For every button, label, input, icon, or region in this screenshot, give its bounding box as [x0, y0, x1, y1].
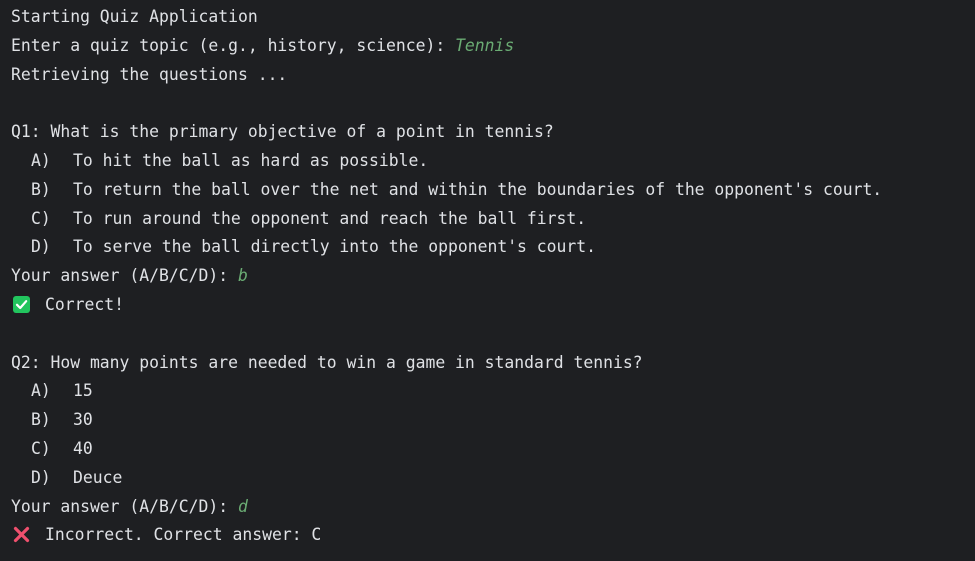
question-text: Q2: How many points are needed to win a …: [11, 352, 643, 372]
check-mark-icon: [13, 295, 30, 313]
option-line: A) 15: [11, 377, 975, 406]
option-letter: A): [31, 381, 51, 401]
option-letter: A): [31, 150, 51, 170]
result-text: Correct!: [45, 294, 124, 314]
option-line: C) 40: [11, 435, 975, 464]
option-line: D) To serve the ball directly into the op…: [11, 233, 975, 262]
result-line: Incorrect. Correct answer: C: [11, 521, 975, 550]
option-letter: C): [31, 438, 51, 458]
answer-input: d: [237, 496, 248, 516]
option-line: A) To hit the ball as hard as possible.: [11, 147, 975, 176]
option-text: To return the ball over the net and with…: [73, 179, 883, 199]
answer-prompt: Your answer (A/B/C/D):: [11, 496, 238, 516]
option-text: To run around the opponent and reach the…: [73, 208, 587, 228]
option-letter: B): [31, 179, 51, 199]
console-output: Starting Quiz Application Enter a quiz t…: [11, 3, 975, 550]
option-text: To hit the ball as hard as possible.: [73, 150, 429, 170]
option-letter: C): [31, 208, 51, 228]
option-letter: D): [31, 467, 51, 487]
option-line: B) 30: [11, 406, 975, 435]
cross-mark-icon: [13, 526, 30, 543]
option-text: To serve the ball directly into the oppo…: [73, 237, 597, 257]
answer-line: Your answer (A/B/C/D): d: [11, 493, 975, 522]
answer-prompt: Your answer (A/B/C/D):: [11, 266, 238, 286]
option-letter: B): [31, 410, 51, 430]
topic-prompt-line: Enter a quiz topic (e.g., history, scien…: [11, 32, 975, 61]
retrieving-message: Retrieving the questions ...: [11, 64, 288, 84]
option-line: B) To return the ball over the net and wi…: [11, 176, 975, 205]
option-text: 30: [73, 410, 93, 430]
topic-input: Tennis: [455, 35, 515, 55]
option-text: 15: [73, 381, 93, 401]
question-text: Q1: What is the primary objective of a p…: [11, 122, 554, 142]
option-text: 40: [73, 438, 93, 458]
topic-prompt: Enter a quiz topic (e.g., history, scien…: [11, 35, 456, 55]
start-message: Starting Quiz Application: [11, 7, 258, 26]
option-letter: D): [31, 237, 51, 257]
answer-line: Your answer (A/B/C/D): b: [11, 262, 975, 291]
answer-input: b: [237, 266, 248, 286]
result-text: Incorrect. Correct answer: C: [45, 525, 322, 545]
option-line: D) Deuce: [11, 464, 975, 493]
option-line: C) To run around the opponent and reach t…: [11, 205, 975, 234]
option-text: Deuce: [73, 467, 123, 487]
result-line: Correct!: [11, 291, 975, 320]
